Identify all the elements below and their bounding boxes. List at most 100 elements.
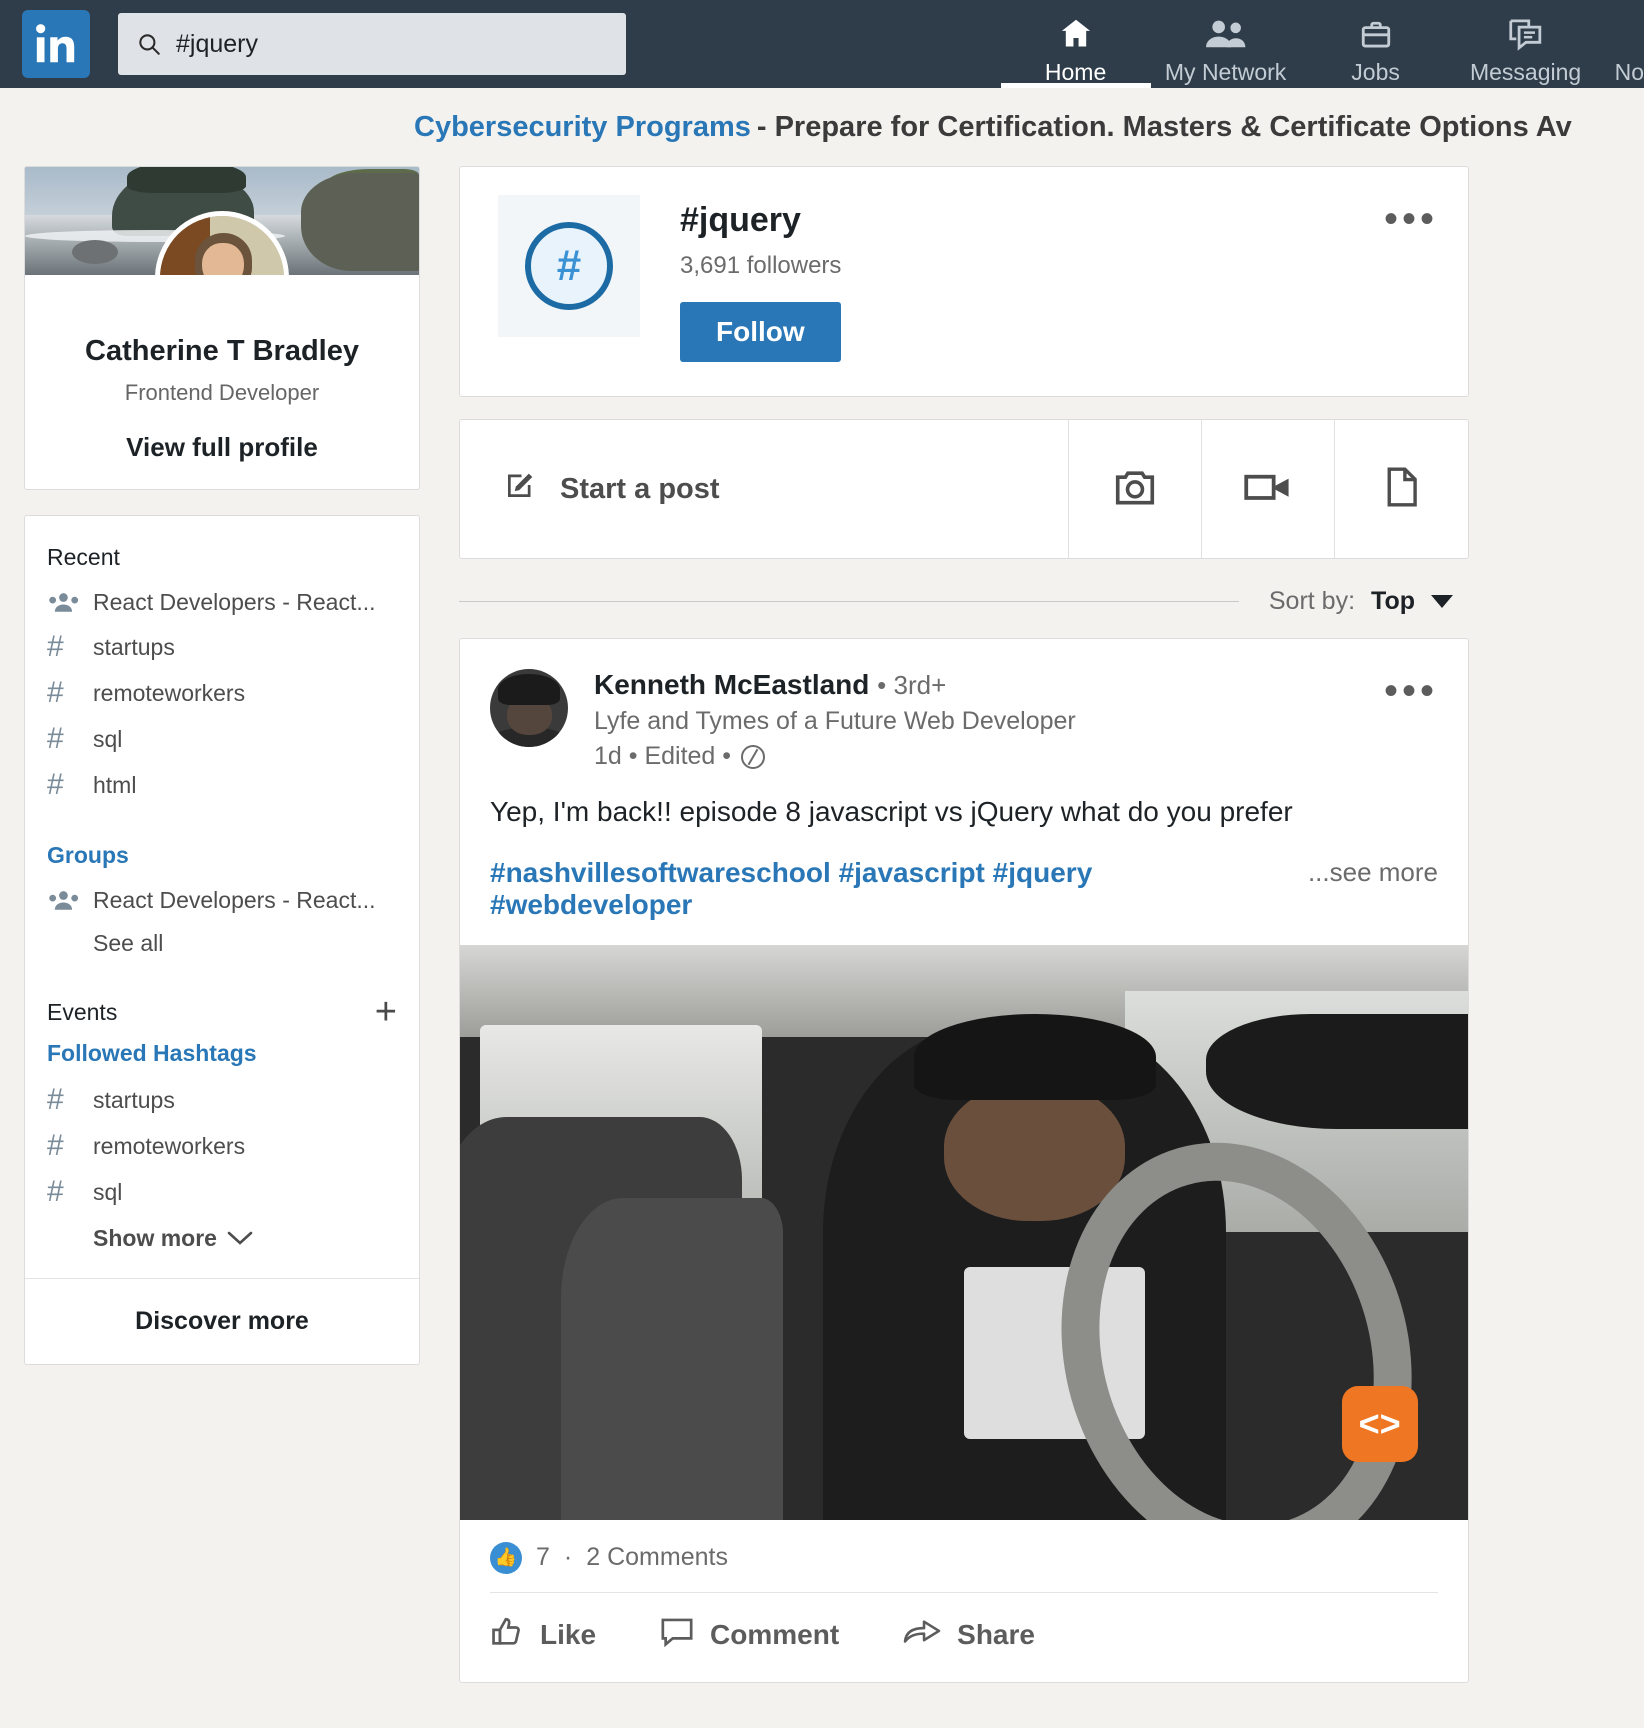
- comment-button[interactable]: Comment: [660, 1616, 839, 1655]
- composer-card: Start a post: [459, 419, 1469, 559]
- nav-item-jobs[interactable]: Jobs: [1301, 0, 1451, 88]
- promo-banner[interactable]: Cybersecurity Programs - Prepare for Cer…: [0, 88, 1644, 166]
- share-button[interactable]: Share: [903, 1617, 1035, 1654]
- sidebar-item-label: startups: [93, 1086, 175, 1113]
- nav-item-home[interactable]: Home: [1000, 0, 1151, 88]
- hash-icon: #: [47, 676, 64, 709]
- sidebar-item-react-developers-group[interactable]: React Developers - React...: [25, 879, 419, 922]
- view-full-profile-link[interactable]: View full profile: [45, 432, 399, 463]
- group-icon: [47, 591, 93, 615]
- sidebar-item-sql-followed[interactable]: # sql: [25, 1169, 419, 1215]
- search-box[interactable]: [118, 13, 626, 75]
- nav-item-messaging-label: Messaging: [1469, 58, 1582, 85]
- post-action-bar: Like Comment Share: [460, 1593, 1468, 1682]
- nav-item-my-network[interactable]: My Network: [1151, 0, 1301, 88]
- see-more-link[interactable]: ...see more: [1308, 857, 1438, 888]
- photo-icon: [1113, 467, 1157, 512]
- reactions-count[interactable]: 7: [536, 1543, 550, 1572]
- nav-item-home-label: Home: [1044, 58, 1107, 85]
- groups-see-all-link[interactable]: See all: [25, 922, 419, 965]
- search-input[interactable]: [176, 29, 608, 59]
- sidebar-item-startups-followed[interactable]: # startups: [25, 1077, 419, 1123]
- nav-item-notifications-label: No: [1614, 58, 1644, 85]
- sort-by-label: Sort by:: [1268, 587, 1356, 615]
- page-body: Catherine T Bradley Frontend Developer V…: [0, 166, 1644, 1683]
- sidebar-item-label: startups: [93, 633, 175, 660]
- avatar[interactable]: [155, 211, 289, 275]
- share-icon: [903, 1617, 941, 1654]
- left-sidebar: Catherine T Bradley Frontend Developer V…: [24, 166, 420, 1683]
- sidebar-item-react-developers-recent[interactable]: React Developers - React...: [25, 581, 419, 624]
- top-navigation-bar: Home My Network Jobs: [0, 0, 1644, 88]
- comments-count[interactable]: 2 Comments: [586, 1543, 728, 1572]
- post-more-menu-icon[interactable]: •••: [1384, 669, 1438, 771]
- like-button-label: Like: [540, 1619, 597, 1651]
- feed-post: Kenneth McEastland • 3rd+ Lyfe and Tymes…: [459, 638, 1469, 1683]
- hashtag-header-card: # #jquery 3,691 followers Follow •••: [459, 166, 1469, 397]
- promo-link-text[interactable]: Cybersecurity Programs: [414, 111, 751, 144]
- hash-icon: #: [47, 768, 64, 801]
- hash-icon: #: [47, 1083, 64, 1116]
- add-video-button[interactable]: [1202, 420, 1335, 558]
- post-media-image[interactable]: <>: [460, 944, 1468, 1520]
- group-icon: [47, 889, 93, 913]
- hash-icon: #: [47, 722, 64, 755]
- briefcase-icon: [1359, 11, 1393, 51]
- groups-header[interactable]: Groups: [25, 838, 419, 879]
- sidebar-item-remoteworkers-followed[interactable]: # remoteworkers: [25, 1123, 419, 1169]
- sort-row: Sort by: Top: [459, 559, 1469, 638]
- like-button[interactable]: Like: [490, 1615, 596, 1656]
- profile-cover-photo: [25, 167, 419, 275]
- post-timestamp-row: 1d • Edited •: [594, 742, 1384, 771]
- thumbs-up-icon: [490, 1615, 524, 1656]
- hash-icon: #: [47, 1129, 64, 1162]
- follow-button[interactable]: Follow: [680, 302, 841, 362]
- profile-card[interactable]: Catherine T Bradley Frontend Developer V…: [24, 166, 420, 490]
- sidebar-item-html-recent[interactable]: # html: [25, 762, 419, 808]
- linkedin-logo[interactable]: [22, 10, 90, 78]
- sidebar-item-sql-recent[interactable]: # sql: [25, 716, 419, 762]
- network-icon: [1204, 11, 1248, 51]
- sidebar-item-remoteworkers-recent[interactable]: # remoteworkers: [25, 670, 419, 716]
- hashtag-more-menu-icon[interactable]: •••: [1384, 195, 1438, 362]
- start-a-post-button[interactable]: Start a post: [460, 420, 1069, 558]
- messaging-icon: [1508, 11, 1544, 51]
- sidebar-item-label: sql: [93, 725, 123, 752]
- hash-icon: #: [47, 1175, 64, 1208]
- events-header: Events: [47, 999, 118, 1025]
- sidebar-item-label: React Developers - React...: [93, 887, 376, 913]
- post-author-avatar[interactable]: [490, 669, 568, 747]
- chevron-down-icon[interactable]: [1431, 595, 1453, 608]
- nav-items: Home My Network Jobs Messaging No: [1000, 0, 1644, 88]
- followers-count: 3,691 followers: [680, 252, 842, 279]
- profile-name: Catherine T Bradley: [85, 335, 359, 367]
- thumbs-up-icon: 👍: [490, 1541, 522, 1574]
- add-event-icon[interactable]: +: [375, 993, 397, 1031]
- discover-more-button[interactable]: Discover more: [25, 1279, 419, 1364]
- chevron-down-icon: [227, 1225, 253, 1252]
- post-author-headline: Lyfe and Tymes of a Future Web Developer: [594, 707, 1076, 735]
- globe-icon: [741, 744, 766, 769]
- comment-button-label: Comment: [710, 1619, 840, 1651]
- home-icon: [1057, 11, 1095, 51]
- media-badge-icon: <>: [1341, 1386, 1418, 1463]
- add-document-button[interactable]: [1335, 420, 1468, 558]
- promo-rest-text: - Prepare for Certification. Masters & C…: [756, 110, 1572, 143]
- sidebar-item-startups-recent[interactable]: # startups: [25, 624, 419, 670]
- share-button-label: Share: [957, 1619, 1035, 1651]
- post-author-name[interactable]: Kenneth McEastland • 3rd+: [594, 669, 1384, 701]
- post-timestamp: 1d • Edited •: [594, 742, 732, 770]
- search-icon: [136, 31, 162, 57]
- nav-item-notifications[interactable]: No: [1601, 0, 1644, 88]
- events-header-row: Events +: [25, 993, 419, 1036]
- sort-by-value[interactable]: Top: [1371, 587, 1415, 616]
- nav-item-messaging[interactable]: Messaging: [1451, 0, 1601, 88]
- post-hashtags[interactable]: #nashvillesoftwareschool #javascript #jq…: [490, 857, 1288, 921]
- comment-icon: [660, 1616, 694, 1655]
- hash-icon: #: [525, 222, 613, 310]
- add-photo-button[interactable]: [1069, 420, 1202, 558]
- recent-header: Recent: [47, 544, 120, 570]
- followed-hashtags-header[interactable]: Followed Hashtags: [25, 1036, 419, 1077]
- sidebar-item-label: remoteworkers: [93, 679, 246, 706]
- show-more-button[interactable]: Show more: [25, 1215, 419, 1278]
